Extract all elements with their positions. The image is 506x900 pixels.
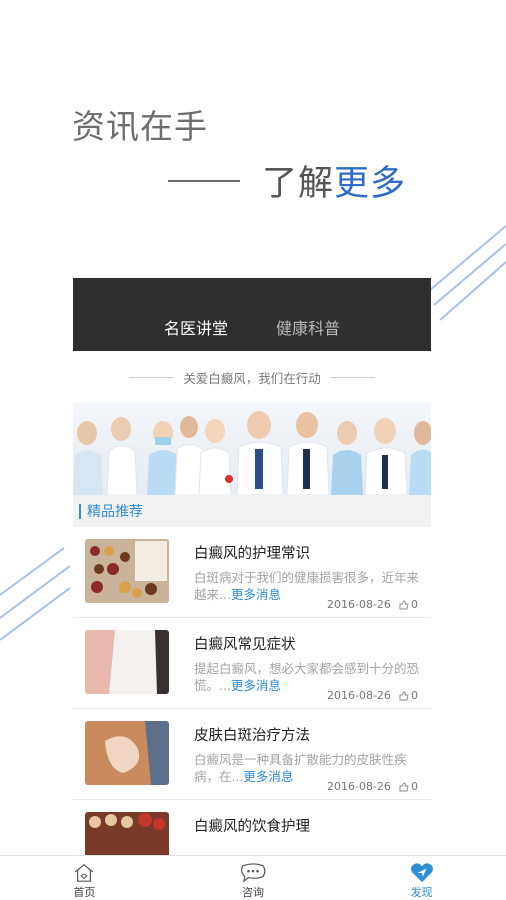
tab-discover-label: 发现 <box>410 886 433 899</box>
like-icon <box>399 782 409 791</box>
section-header: 精品推荐 <box>73 495 431 527</box>
like-count-value: 0 <box>411 780 418 793</box>
hero-subline: 了解 更多 <box>168 155 406 206</box>
hero-headline: 资讯在手 <box>72 107 208 146</box>
doctors-banner-image[interactable] <box>73 403 431 495</box>
slogan-text: 关爱白癜风，我们在行动 <box>183 370 321 386</box>
slogan-row: 关爱白癜风，我们在行动 <box>73 351 431 403</box>
preview-card: 名医讲堂 健康科普 关爱白癜风，我们在行动 精品推荐 白癜风的护理常识 白斑病对… <box>73 278 431 898</box>
more-link[interactable]: 更多消息 <box>243 769 293 784</box>
bottom-tab-bar: 首页 咨询 发现 <box>0 855 506 900</box>
more-link[interactable]: 更多消息 <box>231 678 281 693</box>
hero-subline-prefix: 了解 <box>262 164 335 204</box>
like-icon <box>399 600 409 609</box>
doctors-illustration <box>73 411 431 495</box>
news-item[interactable]: 皮肤白斑治疗方法 白癜风是一种具备扩散能力的皮肤性疾病，在...更多消息 201… <box>73 709 431 800</box>
news-title: 白癜风的饮食护理 <box>194 819 310 835</box>
news-title: 白癜风常见症状 <box>194 637 296 653</box>
tab-consult[interactable]: 咨询 <box>169 856 338 900</box>
news-date: 2016-08-26 <box>327 689 391 702</box>
like-count-value: 0 <box>411 689 418 702</box>
slogan-divider-left <box>129 376 174 378</box>
hero-dash <box>168 179 240 182</box>
like-count[interactable]: 0 <box>399 598 418 611</box>
news-thumbnail <box>85 539 169 603</box>
tab-discover[interactable]: 发现 <box>337 856 506 900</box>
more-link[interactable]: 更多消息 <box>231 587 281 602</box>
like-count[interactable]: 0 <box>399 780 418 793</box>
tab-health-science[interactable]: 健康科普 <box>276 315 340 339</box>
news-thumbnail <box>85 721 169 785</box>
news-title: 皮肤白斑治疗方法 <box>194 728 310 744</box>
news-thumbnail <box>85 630 169 694</box>
tab-consult-label: 咨询 <box>242 886 264 899</box>
news-date: 2016-08-26 <box>327 598 391 611</box>
home-icon <box>74 864 94 882</box>
tab-famous-doctor[interactable]: 名医讲堂 <box>164 315 228 339</box>
news-item[interactable]: 白癜风的护理常识 白斑病对于我们的健康损害很多，近年来越来...更多消息 201… <box>73 527 431 618</box>
tab-home[interactable]: 首页 <box>0 856 169 900</box>
chat-icon <box>240 863 266 883</box>
section-title: 精品推荐 <box>87 504 143 520</box>
card-tab-bar: 名医讲堂 健康科普 <box>73 278 431 351</box>
hero-subline-highlight: 更多 <box>334 164 407 204</box>
news-date: 2016-08-26 <box>327 780 391 793</box>
section-accent-bar <box>79 503 81 519</box>
tab-home-label: 首页 <box>73 886 96 899</box>
news-title: 白癜风的护理常识 <box>194 546 310 562</box>
like-icon <box>399 691 409 700</box>
like-count[interactable]: 0 <box>399 689 418 702</box>
news-item[interactable]: 白癜风常见症状 提起白癜风，想必大家都会感到十分的恐慌。...更多消息 2016… <box>73 618 431 709</box>
like-count-value: 0 <box>411 598 418 611</box>
slogan-divider-right <box>330 376 375 378</box>
discover-heart-icon <box>410 863 433 883</box>
